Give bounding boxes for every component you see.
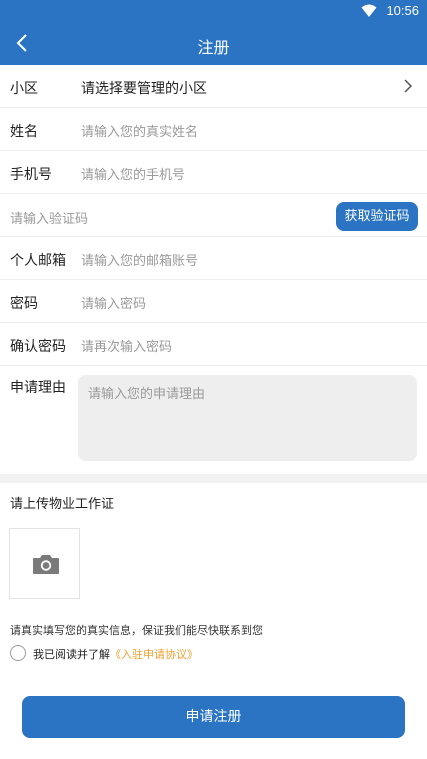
email-input[interactable]: 请输入您的邮箱账号 xyxy=(81,250,198,269)
community-value: 请选择要管理的小区 xyxy=(81,81,207,97)
password-label: 密码 xyxy=(10,296,38,312)
agreement-checkbox[interactable] xyxy=(10,645,26,661)
section-divider xyxy=(0,474,427,483)
email-label: 个人邮箱 xyxy=(10,253,66,269)
confirm-password-row: 确认密码 请再次输入密码 xyxy=(0,323,427,366)
phone-label: 手机号 xyxy=(10,167,52,183)
name-input[interactable]: 请输入您的真实姓名 xyxy=(81,121,198,140)
community-select[interactable]: 小区 请选择要管理的小区 xyxy=(0,65,427,108)
get-code-button[interactable]: 获取验证码 xyxy=(336,202,418,231)
submit-register-button[interactable]: 申请注册 xyxy=(22,696,405,738)
password-input[interactable]: 请输入密码 xyxy=(81,293,146,312)
email-row: 个人邮箱 请输入您的邮箱账号 xyxy=(0,237,427,280)
reason-textarea[interactable]: 请输入您的申请理由 xyxy=(78,375,417,461)
phone-input[interactable]: 请输入您的手机号 xyxy=(81,164,185,183)
agreement-link[interactable]: 《入驻申请协议》 xyxy=(110,646,198,662)
code-row: 请输入验证码 获取验证码 xyxy=(0,194,427,237)
password-row: 密码 请输入密码 xyxy=(0,280,427,323)
status-time: 10:56 xyxy=(386,3,419,18)
community-label: 小区 xyxy=(10,81,38,97)
notice-text: 请真实填写您的真实信息，保证我们能尽快联系到您 xyxy=(10,624,263,637)
name-label: 姓名 xyxy=(10,124,38,140)
agreement-text: 我已阅读并了解 xyxy=(33,648,110,661)
wifi-icon xyxy=(361,4,377,17)
camera-icon xyxy=(33,555,59,574)
name-row: 姓名 请输入您的真实姓名 xyxy=(0,108,427,151)
app-bar: 注册 xyxy=(0,22,427,65)
phone-row: 手机号 请输入您的手机号 xyxy=(0,151,427,194)
status-bar: 10:56 xyxy=(0,0,427,22)
reason-placeholder: 请输入您的申请理由 xyxy=(88,387,206,402)
confirm-password-input[interactable]: 请再次输入密码 xyxy=(81,336,172,355)
chevron-right-icon xyxy=(404,79,413,93)
code-input[interactable]: 请输入验证码 xyxy=(10,208,88,227)
page-title: 注册 xyxy=(197,38,230,57)
upload-label: 请上传物业工作证 xyxy=(10,497,115,512)
upload-photo-button[interactable] xyxy=(9,528,80,599)
reason-label: 申请理由 xyxy=(10,380,66,396)
confirm-password-label: 确认密码 xyxy=(10,339,66,355)
